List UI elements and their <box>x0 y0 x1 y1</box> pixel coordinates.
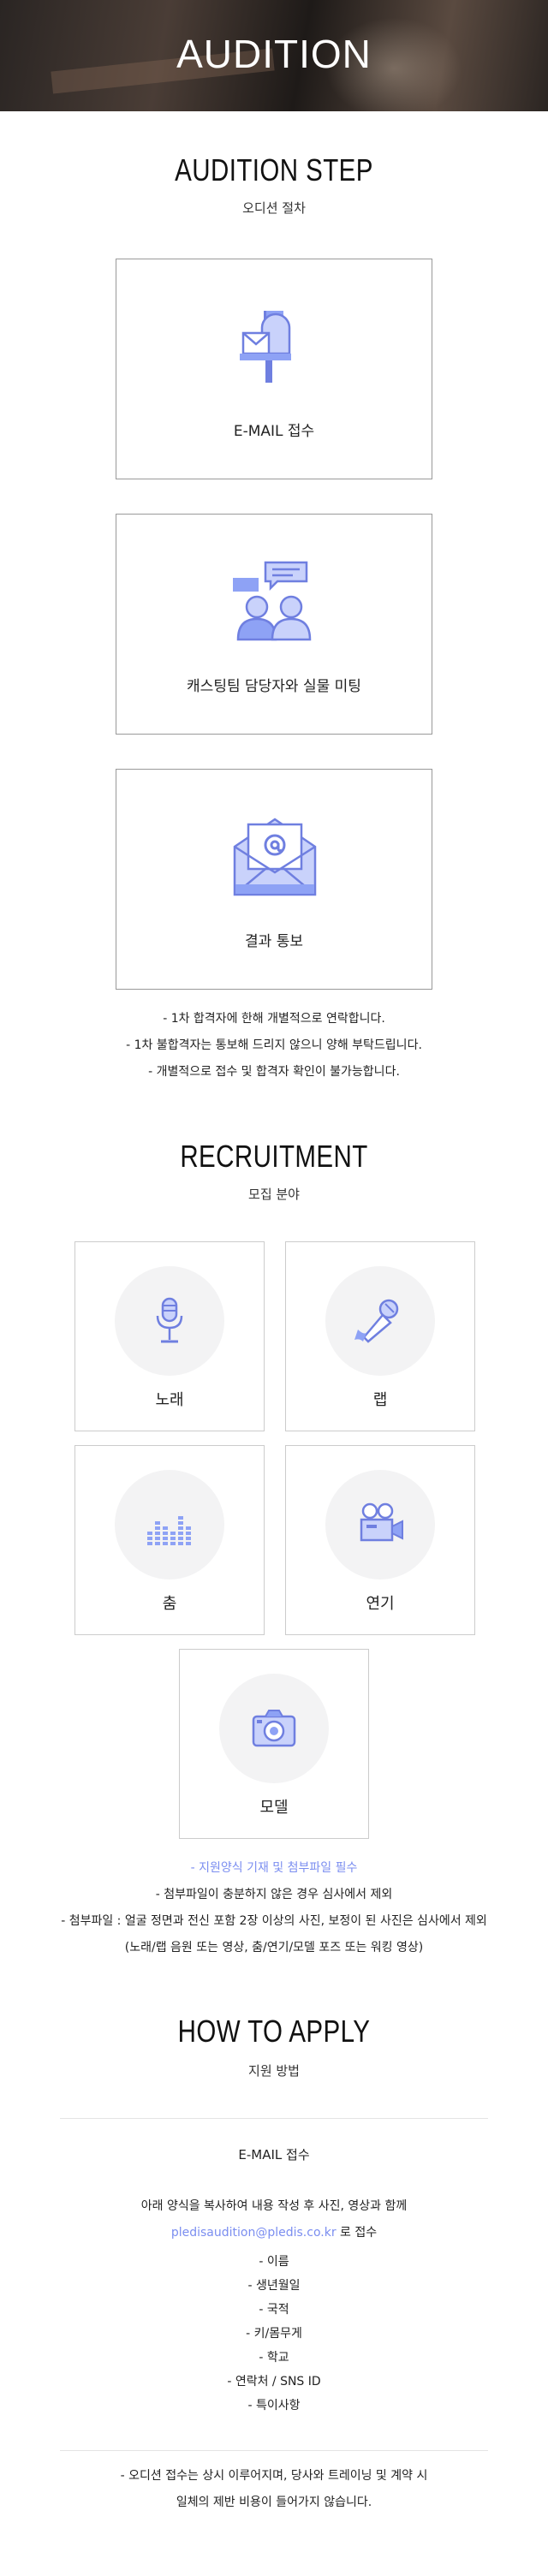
step-card-email: E-MAIL 접수 <box>116 259 432 479</box>
form-field: - 키/몸무게 <box>246 2327 302 2341</box>
note-line: - 1차 불합격자는 통보해 드리지 않으니 양해 부탁드립니다. <box>126 1038 422 1052</box>
step-notes: - 1차 합격자에 한해 개별적으로 연락합니다. - 1차 불합격자는 통보해… <box>0 1006 548 1086</box>
apply-method: E-MAIL 접수 <box>238 2147 310 2163</box>
form-field: - 연락처 / SNS ID <box>227 2375 321 2389</box>
apply-footer: - 오디션 접수는 상시 이루어지며, 당사와 트레이닝 및 계약 시 일체의 … <box>0 2463 548 2516</box>
section-title-audition-step: AUDITION STEP <box>175 152 373 187</box>
requirement-highlight: - 지원양식 기재 및 첨부파일 필수 <box>190 1861 358 1875</box>
form-field: - 국적 <box>259 2303 289 2317</box>
section-subtitle-recruitment: 모집 분야 <box>248 1187 300 1202</box>
icon-circle <box>115 1266 224 1376</box>
recruit-card-rap: 랩 <box>285 1241 475 1431</box>
icon-circle <box>115 1470 224 1580</box>
camera-icon <box>252 1710 296 1747</box>
form-field: - 생년월일 <box>247 2279 301 2293</box>
requirement-line: - 첨부파일 : 얼굴 정면과 전신 포함 2장 이상의 사진, 보정이 된 사… <box>61 1914 487 1928</box>
section-title-recruitment: RECRUITMENT <box>180 1139 368 1174</box>
recruit-card-model: 모델 <box>179 1649 369 1839</box>
footer-line: 일체의 제반 비용이 들어가지 않습니다. <box>176 2496 372 2509</box>
recruit-label: 모델 <box>259 1799 289 1817</box>
form-field: - 이름 <box>259 2255 289 2269</box>
note-line: - 1차 합격자에 한해 개별적으로 연락합니다. <box>163 1012 385 1026</box>
requirement-line: - 첨부파일이 충분하지 않은 경우 심사에서 제외 <box>155 1888 393 1901</box>
recruit-card-vocal: 노래 <box>74 1241 265 1431</box>
section-title-how-to-apply: HOW TO APPLY <box>177 2014 371 2049</box>
hero-title: AUDITION <box>176 32 372 76</box>
step-card-meeting: 캐스팅팀 담당자와 실물 미팅 <box>116 514 432 735</box>
requirement-line: (노래/랩 음원 또는 영상, 춤/연기/모델 포즈 또는 워킹 영상) <box>124 1941 424 1954</box>
section-subtitle-how-to-apply: 지원 방법 <box>248 2063 300 2079</box>
recruit-card-acting: 연기 <box>285 1445 475 1635</box>
icon-circle <box>219 1674 329 1783</box>
recruit-label: 연기 <box>366 1595 395 1613</box>
icon-circle <box>325 1470 435 1580</box>
apply-instruction: 아래 양식을 복사하여 내용 작성 후 사진, 영상과 함께 <box>140 2199 408 2213</box>
apply-form-fields: - 이름 - 생년월일 - 국적 - 키/몸무게 - 학교 - 연락처 / SN… <box>0 2250 548 2418</box>
recruit-label: 노래 <box>155 1391 184 1409</box>
email-suffix: 로 접수 <box>336 2226 378 2240</box>
step-label: 캐스팅팀 담당자와 실물 미팅 <box>187 678 361 695</box>
footer-line: - 오디션 접수는 상시 이루어지며, 당사와 트레이닝 및 계약 시 <box>120 2469 428 2483</box>
hero-banner: AUDITION <box>0 0 548 111</box>
meeting-icon <box>233 561 312 641</box>
video-camera-icon <box>360 1502 403 1542</box>
recruit-label: 랩 <box>372 1391 388 1409</box>
step-label: E-MAIL 접수 <box>233 423 315 440</box>
envelope-at-icon <box>233 818 317 896</box>
note-line: - 개별적으로 접수 및 합격자 확인이 불가능합니다. <box>148 1065 400 1079</box>
form-field: - 학교 <box>259 2351 289 2365</box>
email-link[interactable]: pledisaudition@pledis.co.kr <box>171 2226 337 2240</box>
section-subtitle-audition-step: 오디션 절차 <box>242 200 306 216</box>
divider <box>60 2450 488 2451</box>
mailbox-icon <box>240 311 291 383</box>
recruit-card-dance: 춤 <box>74 1445 265 1635</box>
form-field: - 특이사항 <box>247 2399 301 2412</box>
step-label: 결과 통보 <box>245 933 303 950</box>
divider <box>60 2118 488 2119</box>
microphone-stand-icon <box>156 1297 183 1343</box>
recruit-label: 춤 <box>162 1595 177 1613</box>
step-card-result: 결과 통보 <box>116 769 432 990</box>
handheld-microphone-icon <box>354 1299 399 1343</box>
equalizer-icon <box>147 1516 191 1545</box>
recruit-requirements: - 지원양식 기재 및 첨부파일 필수 - 첨부파일이 충분하지 않은 경우 심… <box>0 1855 548 1961</box>
icon-circle <box>325 1266 435 1376</box>
apply-email-line: pledisaudition@pledis.co.kr 로 접수 <box>0 2223 548 2240</box>
